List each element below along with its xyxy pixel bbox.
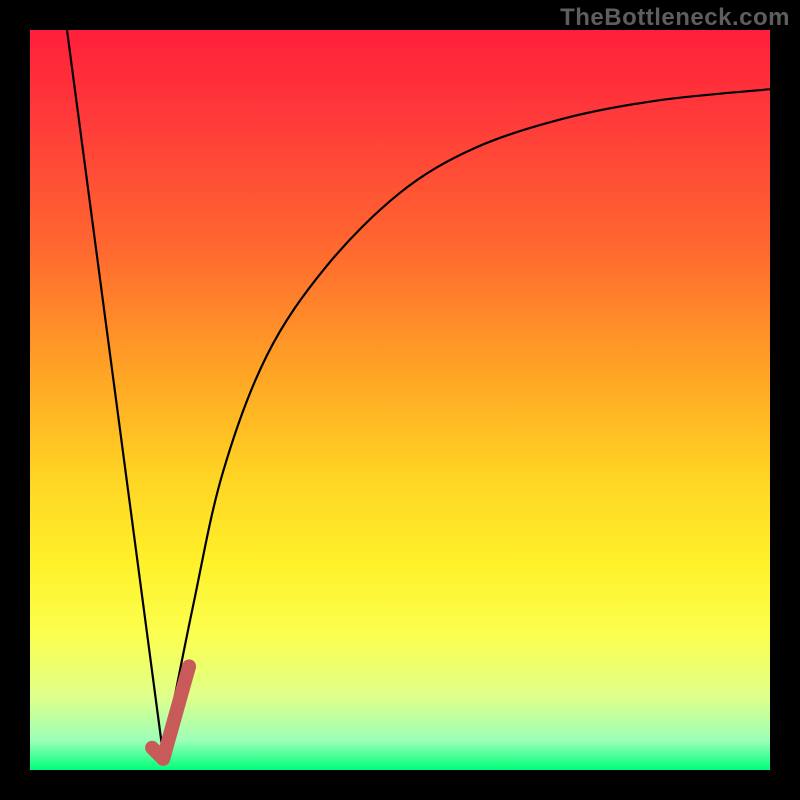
curve-right-rise — [163, 89, 770, 755]
chart-svg — [30, 30, 770, 770]
plot-area — [30, 30, 770, 770]
chart-frame: TheBottleneck.com — [0, 0, 800, 800]
watermark-text: TheBottleneck.com — [560, 4, 790, 32]
curve-left-descent — [67, 30, 163, 755]
